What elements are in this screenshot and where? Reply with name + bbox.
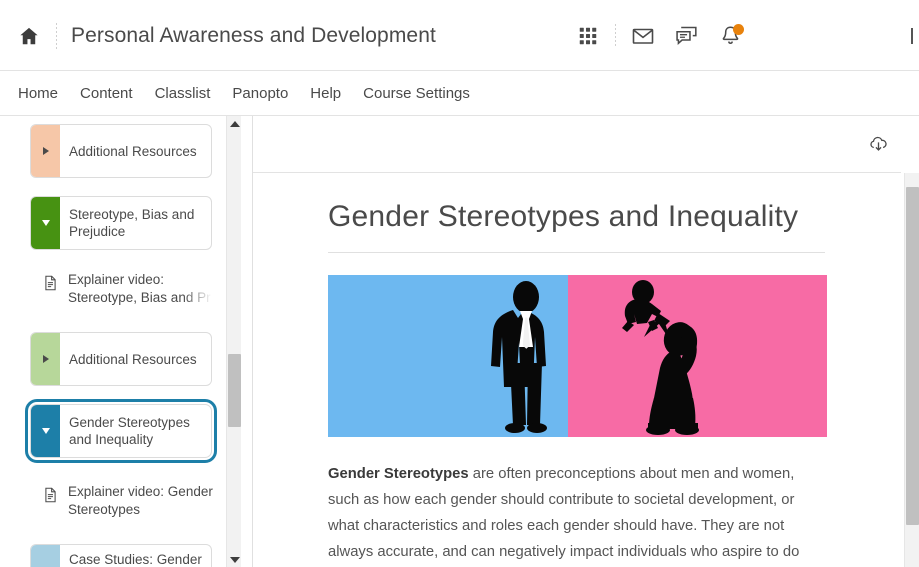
hero-left-panel xyxy=(328,275,568,437)
header-tools xyxy=(566,14,753,58)
toc-module-gender-stereotypes-inequality[interactable]: Gender Stereotypes and Inequality xyxy=(25,399,217,463)
chevron-right-icon xyxy=(42,147,49,155)
toc-module-additional-resources-2[interactable]: Additional Resources xyxy=(30,332,212,386)
bell-icon[interactable] xyxy=(709,14,753,58)
nav-item-home[interactable]: Home xyxy=(18,85,58,102)
document-body: Gender Stereotypes and Inequality Gender… xyxy=(253,173,919,567)
notification-badge xyxy=(732,23,744,35)
hero-right-panel xyxy=(568,275,827,437)
cloud-download-icon[interactable] xyxy=(863,130,893,160)
page-title: Personal Awareness and Development xyxy=(71,23,436,47)
toc-module-stereotype-bias-prejudice[interactable]: Stereotype, Bias and Prejudice xyxy=(30,196,212,250)
content-scrollbar[interactable] xyxy=(904,173,919,567)
document-paragraph: Gender Stereotypes are often preconcepti… xyxy=(328,461,818,567)
application-window: Personal Awareness and Development Home … xyxy=(0,0,919,567)
content-toolbar xyxy=(253,116,919,173)
toc-module-case-studies[interactable]: Case Studies: Gender Stereotypes and Ine… xyxy=(30,544,212,567)
sidebar-scrollbar[interactable] xyxy=(226,116,241,567)
envelope-icon[interactable] xyxy=(621,14,665,58)
toc-module-additional-resources-1[interactable]: Additional Resources xyxy=(30,124,212,178)
toc-topic-label: Explainer video: Gender Stereotypes xyxy=(68,484,213,517)
nav-item-content[interactable]: Content xyxy=(80,85,133,102)
header-divider xyxy=(56,22,57,49)
toc-topic-label: Explainer video: Stereotype, Bias and Pr xyxy=(68,271,217,307)
module-accent-bar xyxy=(31,333,60,385)
toc-list: Additional Resources Stereotype, Bias an… xyxy=(0,116,234,567)
title-divider xyxy=(328,252,825,253)
chevron-right-icon xyxy=(42,355,49,363)
triangle-up-icon xyxy=(229,120,240,127)
chevron-down-icon xyxy=(41,220,50,226)
course-navbar: Home Content Classlist Panopto Help Cour… xyxy=(0,71,919,116)
document-title: Gender Stereotypes and Inequality xyxy=(328,200,799,233)
toc-module-label: Gender Stereotypes and Inequality xyxy=(69,415,190,447)
triangle-down-icon xyxy=(229,556,240,563)
module-accent-bar xyxy=(31,125,60,177)
table-of-contents-sidebar: Additional Resources Stereotype, Bias an… xyxy=(0,116,253,567)
document-icon xyxy=(42,485,59,510)
nav-item-classlist[interactable]: Classlist xyxy=(155,85,211,102)
nav-item-panopto[interactable]: Panopto xyxy=(232,85,288,102)
content-scrollbar-thumb[interactable] xyxy=(906,187,919,525)
toc-module-label: Case Studies: Gender Stereotypes and Ine… xyxy=(69,552,202,567)
scroll-down-arrow[interactable] xyxy=(227,552,242,567)
app-header: Personal Awareness and Development xyxy=(0,0,919,71)
nav-item-help[interactable]: Help xyxy=(310,85,341,102)
module-accent-bar xyxy=(31,545,60,567)
sidebar-scrollbar-thumb[interactable] xyxy=(228,354,241,427)
document-icon xyxy=(42,273,59,298)
scroll-up-arrow[interactable] xyxy=(227,116,242,131)
user-menu-edge[interactable] xyxy=(911,28,913,44)
module-accent-bar xyxy=(31,405,60,457)
toc-module-label: Additional Resources xyxy=(69,351,197,367)
toc-topic-text: Explainer video: Stereotype, Bias and Pr xyxy=(68,272,211,305)
toc-module-label: Additional Resources xyxy=(69,143,197,159)
chat-bubbles-icon[interactable] xyxy=(665,14,709,58)
tools-divider xyxy=(614,23,616,48)
content-pane: Gender Stereotypes and Inequality Gender… xyxy=(253,116,919,567)
toc-topic-explainer-video-stereotype[interactable]: Explainer video: Stereotype, Bias and Pr xyxy=(42,264,217,314)
nav-item-course-settings[interactable]: Course Settings xyxy=(363,85,470,102)
hero-image xyxy=(328,275,827,437)
module-accent-bar xyxy=(31,197,60,249)
paragraph-lead-term: Gender Stereotypes xyxy=(328,466,469,482)
chevron-down-icon xyxy=(41,428,50,434)
toc-topic-explainer-video-gender[interactable]: Explainer video: Gender Stereotypes xyxy=(42,476,217,526)
body-split: Additional Resources Stereotype, Bias an… xyxy=(0,116,919,567)
waffle-grid-icon[interactable] xyxy=(566,14,610,58)
toc-module-label: Stereotype, Bias and Prejudice xyxy=(69,207,195,239)
woman-lifting-baby-silhouette xyxy=(622,280,699,435)
home-icon[interactable] xyxy=(18,25,40,47)
